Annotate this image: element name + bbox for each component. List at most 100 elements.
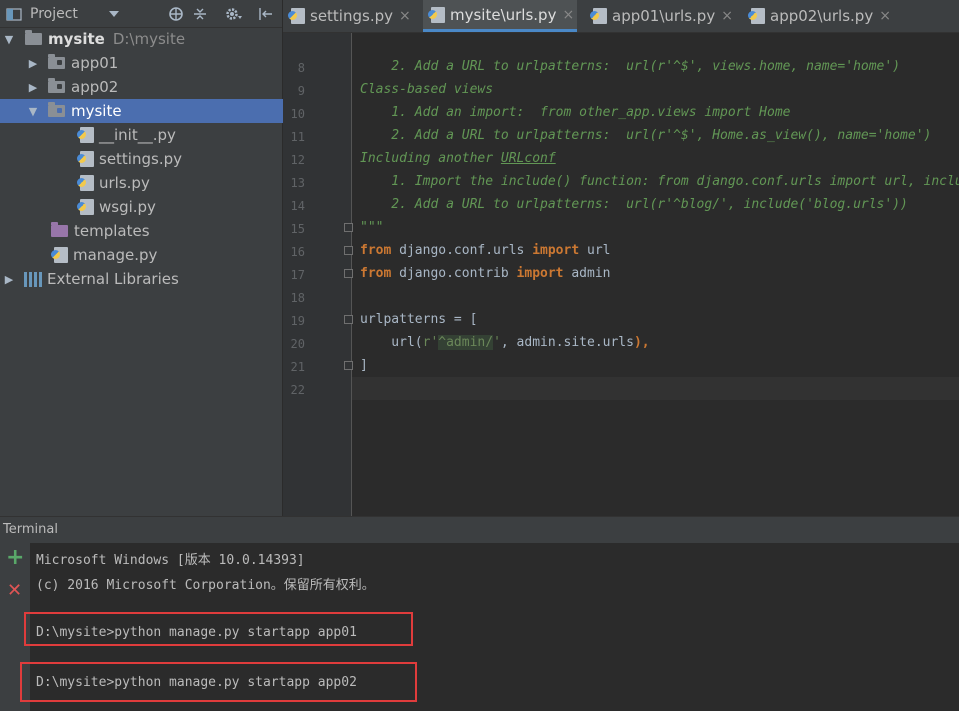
gear-icon[interactable] <box>224 0 242 27</box>
code-editor[interactable]: 8 9 10 11 12 13 14 15 16 17 18 19 20 21 … <box>283 33 959 516</box>
fold-marker-icon[interactable] <box>344 315 353 324</box>
line-number: 19 <box>290 314 305 328</box>
fold-marker-icon[interactable] <box>344 223 353 232</box>
code-text: django.conf.urls <box>391 243 533 258</box>
project-view-label[interactable]: Project <box>30 0 78 27</box>
code-line: 2. Add a URL to urlpatterns: url(r'^$', … <box>360 59 901 74</box>
code-text: admin <box>563 266 611 281</box>
code-keyword: import <box>516 266 564 281</box>
templates-folder-icon <box>51 222 68 237</box>
collapsed-arrow-icon[interactable]: ▶ <box>28 57 38 70</box>
close-icon[interactable]: × <box>879 8 891 24</box>
tree-item-label: __init__.py <box>99 126 176 144</box>
code-line: url(r'^admin/', admin.site.urls), <box>360 335 650 350</box>
project-toolbar: Project <box>0 0 282 28</box>
tree-item-app01[interactable]: ▶ app01 <box>0 51 310 75</box>
line-number: 20 <box>290 337 305 351</box>
folder-icon <box>48 102 65 117</box>
tree-item-mysite-package[interactable]: ▼ mysite <box>0 99 310 123</box>
code-line: Including another URLconf <box>360 151 556 166</box>
folder-icon <box>48 78 65 93</box>
terminal-line: Microsoft Windows [版本 10.0.14393] <box>36 553 305 568</box>
expanded-arrow-icon[interactable]: ▼ <box>4 33 14 46</box>
python-file-icon <box>77 151 94 167</box>
tab-mysite-urls-py[interactable]: mysite\urls.py × <box>423 0 577 32</box>
close-icon[interactable]: × <box>562 7 574 23</box>
code-keyword: import <box>532 243 580 258</box>
python-file-icon <box>428 6 445 23</box>
line-number: 10 <box>290 107 305 121</box>
line-number: 14 <box>290 199 305 213</box>
project-panel: Project ▼ mysite D:\mysite ▶ app01 ▶ app… <box>0 0 310 516</box>
tree-item-external-libraries[interactable]: ▶ External Libraries <box>0 267 286 291</box>
code-line: from django.conf.urls import url <box>360 243 610 258</box>
code-line: 2. Add a URL to urlpatterns: url(r'^$', … <box>360 128 932 143</box>
python-file-icon <box>77 199 94 215</box>
tab-label: app02\urls.py <box>770 7 874 25</box>
tree-item-label: settings.py <box>99 150 182 168</box>
collapsed-arrow-icon[interactable]: ▶ <box>28 81 38 94</box>
fold-marker-icon[interactable] <box>344 269 353 278</box>
tree-item-label: templates <box>74 222 150 240</box>
python-file-icon <box>590 8 607 24</box>
tab-settings-py[interactable]: settings.py × <box>288 0 416 32</box>
close-icon[interactable]: × <box>721 8 733 24</box>
tree-item-label: mysite <box>71 102 122 120</box>
tree-item-label: urls.py <box>99 174 150 192</box>
tree-item-label: wsgi.py <box>99 198 156 216</box>
annotation-highlight-box <box>20 662 417 702</box>
editor-tab-bar: settings.py × mysite\urls.py × app01\url… <box>283 0 959 33</box>
folder-icon <box>25 30 42 45</box>
collapse-icon[interactable] <box>192 0 208 27</box>
code-text: url( <box>360 335 423 350</box>
tab-app01-urls-py[interactable]: app01\urls.py × <box>590 0 743 32</box>
code-string: ^admin/ <box>438 335 494 350</box>
line-number: 15 <box>290 222 305 236</box>
expanded-arrow-icon[interactable]: ▼ <box>28 105 38 118</box>
terminal-title[interactable]: Terminal <box>3 522 58 537</box>
locate-icon[interactable] <box>168 0 184 27</box>
code-line: 2. Add a URL to urlpatterns: url(r'^blog… <box>360 197 908 212</box>
collapsed-arrow-icon[interactable]: ▶ <box>4 273 14 286</box>
terminal-line: (c) 2016 Microsoft Corporation。保留所有权利。 <box>36 578 375 593</box>
code-line: 1. Import the include() function: from d… <box>360 174 959 189</box>
line-number: 16 <box>290 245 305 259</box>
close-icon[interactable]: × <box>399 8 411 24</box>
code-text: URLconf <box>500 151 556 166</box>
current-line-highlight <box>352 377 959 400</box>
close-icon[interactable]: ✕ <box>7 580 22 601</box>
add-icon[interactable]: + <box>6 545 24 570</box>
library-icon <box>24 271 42 287</box>
tree-item-mysite-root[interactable]: ▼ mysite D:\mysite <box>0 27 286 51</box>
tab-app02-urls-py[interactable]: app02\urls.py × <box>748 0 901 32</box>
code-line: from django.contrib import admin <box>360 266 610 281</box>
line-number: 9 <box>297 84 305 98</box>
code-text: url <box>579 243 611 258</box>
fold-marker-icon[interactable] <box>344 246 353 255</box>
annotation-highlight-box <box>24 612 413 646</box>
code-line: 1. Add an import: from other_app.views i… <box>360 105 791 120</box>
line-number: 17 <box>290 268 305 282</box>
line-number: 22 <box>290 383 305 397</box>
tab-label: settings.py <box>310 7 393 25</box>
tree-item-label: External Libraries <box>47 270 179 288</box>
line-number-gutter: 8 9 10 11 12 13 14 15 16 17 18 19 20 21 … <box>283 33 353 516</box>
terminal-header: Terminal <box>0 516 959 544</box>
code-text: Including another <box>360 151 501 166</box>
tree-item-label: app02 <box>71 78 119 96</box>
tab-label: app01\urls.py <box>612 7 716 25</box>
code-line: Class-based views <box>360 82 494 97</box>
dropdown-icon[interactable] <box>109 0 119 27</box>
python-file-icon <box>51 247 68 263</box>
tree-item-app02[interactable]: ▶ app02 <box>0 75 310 99</box>
fold-marker-icon[interactable] <box>344 361 353 370</box>
code-line: """ <box>360 220 384 235</box>
hide-icon[interactable] <box>258 0 274 27</box>
code-punct: ), <box>633 335 650 350</box>
line-number: 8 <box>297 61 305 75</box>
code-line: ] <box>360 358 368 373</box>
tree-item-label: mysite <box>48 30 105 48</box>
line-number: 18 <box>290 291 305 305</box>
line-number: 13 <box>290 176 305 190</box>
code-string: ' <box>493 335 501 350</box>
